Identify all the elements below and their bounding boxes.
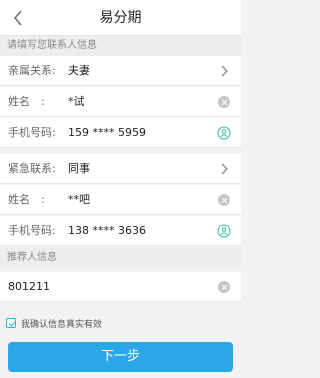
emergency-relation-value: 同事 bbox=[68, 162, 90, 175]
relative-name-row: 姓名 : *试 bbox=[0, 87, 241, 117]
clear-icon bbox=[218, 281, 230, 293]
relative-phone-input[interactable]: 159 **** 5959 bbox=[68, 118, 146, 148]
confirm-checkbox[interactable] bbox=[6, 318, 16, 328]
contact-person-icon bbox=[217, 224, 231, 238]
chevron-right-icon bbox=[217, 64, 231, 78]
clear-icon bbox=[218, 194, 230, 206]
clear-icon bbox=[218, 96, 230, 108]
relative-relation-row[interactable]: 亲属关系: 夫妻 bbox=[0, 56, 241, 86]
emergency-phone-label: 手机号码: bbox=[8, 224, 56, 237]
emergency-phone-row: 手机号码: 138 **** 3636 bbox=[0, 216, 241, 246]
clear-button[interactable] bbox=[217, 193, 231, 207]
relative-name-label: 姓名 : bbox=[8, 95, 45, 108]
clear-button[interactable] bbox=[217, 95, 231, 109]
referrer-input[interactable]: 801211 bbox=[8, 272, 50, 302]
confirm-checkbox-row[interactable]: 我确认信息真实有效 bbox=[6, 316, 102, 330]
relative-relation-label: 亲属关系: bbox=[8, 64, 56, 77]
emergency-relation-label: 紧急联系: bbox=[8, 162, 56, 175]
contacts-section-header: 请填写您联系人信息 bbox=[0, 36, 241, 56]
emergency-name-input[interactable]: **吧 bbox=[68, 185, 90, 215]
contact-person-icon bbox=[217, 126, 231, 140]
relative-name-input[interactable]: *试 bbox=[68, 87, 85, 117]
referrer-section-header: 推荐人信息 bbox=[0, 248, 241, 268]
relative-phone-row: 手机号码: 159 **** 5959 bbox=[0, 118, 241, 148]
emergency-relation-row[interactable]: 紧急联系: 同事 bbox=[0, 154, 241, 184]
referrer-row: 801211 bbox=[0, 272, 241, 302]
contact-picker-button[interactable] bbox=[217, 224, 231, 238]
clear-button[interactable] bbox=[217, 280, 231, 294]
contact-picker-button[interactable] bbox=[217, 126, 231, 140]
nav-bar: 易分期 bbox=[0, 0, 241, 36]
relative-relation-value: 夫妻 bbox=[68, 64, 90, 77]
emergency-name-row: 姓名 : **吧 bbox=[0, 185, 241, 215]
chevron-right-icon bbox=[217, 162, 231, 176]
confirm-text: 我确认信息真实有效 bbox=[21, 319, 103, 330]
relative-phone-label: 手机号码: bbox=[8, 126, 56, 139]
next-button[interactable]: 下一步 bbox=[8, 342, 233, 372]
emergency-name-label: 姓名 : bbox=[8, 193, 45, 206]
emergency-phone-input[interactable]: 138 **** 3636 bbox=[68, 216, 146, 246]
page-title: 易分期 bbox=[99, 10, 142, 26]
